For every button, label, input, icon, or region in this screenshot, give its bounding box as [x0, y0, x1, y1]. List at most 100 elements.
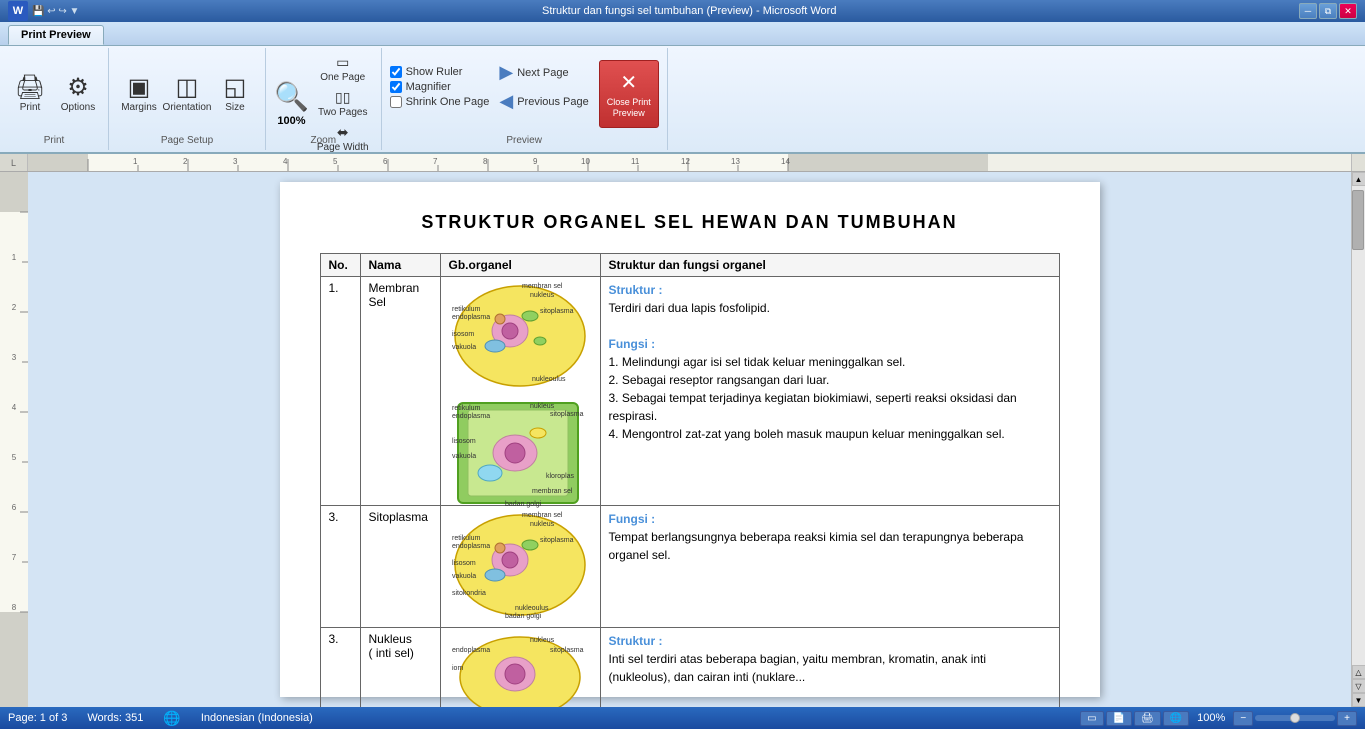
- scrollbar-vertical[interactable]: ▲ △ ▽ ▼: [1351, 172, 1365, 707]
- tab-print-preview[interactable]: Print Preview: [8, 25, 104, 45]
- status-words: Words: 351: [87, 712, 143, 724]
- svg-text:endoplasma: endoplasma: [452, 314, 490, 321]
- svg-text:nukleoulus: nukleoulus: [515, 605, 549, 612]
- svg-text:membran sel: membran sel: [532, 488, 573, 495]
- zoom-handle[interactable]: [1290, 713, 1300, 723]
- title-bar-controls[interactable]: ─ ⧉ ✕: [1299, 3, 1357, 19]
- svg-text:badan golgi: badan golgi: [505, 501, 542, 508]
- cell-diagram-1a: membran sel nukleus sitoplasma retikulum…: [450, 281, 590, 391]
- options-label: Options: [61, 102, 95, 113]
- svg-text:lisosom: lisosom: [452, 560, 476, 567]
- svg-text:vakuola: vakuola: [452, 573, 476, 580]
- table-row: 3. Sitoplasma membran sel: [320, 506, 1059, 628]
- ruler-h: 1 2 3 4 5 6 7 8 9 10 11 12 13 14: [28, 154, 1351, 171]
- zoom-buttons: ▭ One Page ▯▯ Two Pages ⬌ Page Width: [313, 52, 373, 169]
- svg-text:9: 9: [533, 157, 538, 166]
- ruler-corner: L: [0, 154, 28, 171]
- scroll-thumb[interactable]: [1352, 190, 1364, 250]
- view-web[interactable]: 🌐: [1163, 711, 1189, 726]
- close-button[interactable]: ✕: [1339, 3, 1357, 19]
- ribbon-group-print: 🖨 Print ⚙ Options Print: [0, 48, 109, 150]
- status-language-icon: 🌐: [163, 710, 180, 727]
- ruler-svg: 1 2 3 4 5 6 7 8 9 10 11 12 13 14: [28, 154, 1351, 171]
- ruler-v: 1 2 3 4 5 6 7 8: [0, 172, 28, 707]
- print-button[interactable]: 🖨 Print: [8, 60, 52, 128]
- minimize-button[interactable]: ─: [1299, 3, 1317, 19]
- header-struktur: Struktur dan fungsi organel: [600, 254, 1059, 277]
- view-normal[interactable]: ▭: [1080, 711, 1103, 726]
- magnifier-checkbox[interactable]: Magnifier: [390, 81, 490, 93]
- svg-text:nukleoulus: nukleoulus: [532, 376, 566, 383]
- ruler-area: L 1 2 3 4: [0, 154, 1365, 172]
- scroll-page-down[interactable]: ▽: [1352, 679, 1365, 693]
- scroll-track[interactable]: [1352, 186, 1365, 665]
- svg-text:iom: iom: [452, 665, 463, 672]
- options-icon: ⚙: [67, 76, 89, 100]
- row1-nama: Membran Sel: [360, 277, 440, 506]
- row2-fungsi-label: Fungsi :: [609, 512, 656, 526]
- svg-text:11: 11: [631, 157, 640, 166]
- orientation-button[interactable]: ◫ Orientation: [165, 60, 209, 128]
- svg-text:nukleus: nukleus: [530, 292, 555, 299]
- two-pages-button[interactable]: ▯▯ Two Pages: [313, 87, 373, 120]
- title-bar-left: W 💾 ↩ ↪ ▼: [8, 1, 79, 21]
- svg-text:vakuola: vakuola: [452, 453, 476, 460]
- scroll-up-arrow[interactable]: ▲: [1352, 172, 1365, 186]
- svg-text:sitoplasma: sitoplasma: [540, 537, 574, 544]
- one-page-button[interactable]: ▭ One Page: [313, 52, 373, 85]
- svg-text:nukleus: nukleus: [530, 637, 555, 644]
- margins-button[interactable]: ▣ Margins: [117, 60, 161, 128]
- show-ruler-checkbox[interactable]: Show Ruler: [390, 66, 490, 78]
- view-buttons[interactable]: ▭ 📄 🖨 🌐: [1080, 711, 1189, 726]
- row3-struktur-label: Struktur :: [609, 634, 663, 648]
- zoom-slider[interactable]: − +: [1233, 711, 1357, 726]
- ruler-right-margin: [1351, 154, 1365, 171]
- options-button[interactable]: ⚙ Options: [56, 60, 100, 128]
- next-page-button[interactable]: ▶ Next Page: [493, 60, 594, 85]
- prev-page-arrow: ◀: [499, 91, 513, 112]
- cell-diagram-2: membran sel nukleus sitoplasma retikulum…: [450, 510, 590, 620]
- previous-page-button[interactable]: ◀ Previous Page: [493, 89, 594, 114]
- svg-text:1: 1: [12, 253, 17, 262]
- row3-nama: Nukleus( inti sel): [360, 628, 440, 708]
- magnifier-input[interactable]: [390, 81, 402, 93]
- ribbon-tabs: Print Preview: [0, 22, 1365, 46]
- restore-button[interactable]: ⧉: [1319, 3, 1337, 19]
- view-print[interactable]: 🖨: [1134, 711, 1161, 726]
- scroll-bottom-arrows[interactable]: △ ▽ ▼: [1352, 665, 1365, 707]
- row1-gb: membran sel nukleus sitoplasma retikulum…: [440, 277, 600, 506]
- show-ruler-input[interactable]: [390, 66, 402, 78]
- size-icon: ◱: [224, 76, 247, 100]
- svg-text:8: 8: [483, 157, 488, 166]
- close-print-preview-button[interactable]: ✕ Close PrintPreview: [599, 60, 659, 128]
- size-label: Size: [225, 102, 244, 113]
- zoom-out-btn[interactable]: −: [1233, 711, 1253, 726]
- zoom-in-btn[interactable]: +: [1337, 711, 1357, 726]
- svg-text:10: 10: [581, 157, 590, 166]
- svg-text:12: 12: [681, 157, 690, 166]
- scroll-page-up[interactable]: △: [1352, 665, 1365, 679]
- content-area[interactable]: STRUKTUR ORGANEL SEL HEWAN DAN TUMBUHAN …: [28, 172, 1351, 707]
- print-group-label: Print: [0, 135, 108, 146]
- size-button[interactable]: ◱ Size: [213, 60, 257, 128]
- document-table: No. Nama Gb.organel Struktur dan fungsi …: [320, 253, 1060, 707]
- zoom-bar[interactable]: [1255, 715, 1335, 721]
- svg-text:sitoplasma: sitoplasma: [550, 647, 584, 654]
- nav-buttons: ▶ Next Page ◀ Previous Page: [493, 60, 594, 128]
- svg-text:14: 14: [781, 157, 790, 166]
- view-reading[interactable]: 📄: [1106, 711, 1132, 726]
- svg-text:vakuola: vakuola: [452, 344, 476, 351]
- svg-text:3: 3: [233, 157, 238, 166]
- shrink-one-page-input[interactable]: [390, 96, 402, 108]
- svg-text:6: 6: [12, 503, 17, 512]
- two-pages-label: Two Pages: [318, 107, 367, 118]
- shrink-one-page-checkbox[interactable]: Shrink One Page: [390, 96, 490, 108]
- shrink-one-page-label: Shrink One Page: [406, 96, 490, 108]
- table-row: 1. Membran Sel: [320, 277, 1059, 506]
- row2-nama: Sitoplasma: [360, 506, 440, 628]
- status-page: Page: 1 of 3: [8, 712, 67, 724]
- svg-text:retikulum: retikulum: [452, 535, 481, 542]
- scroll-down-arrow[interactable]: ▼: [1352, 693, 1365, 707]
- ribbon-group-zoom: 🔍 100% ▭ One Page ▯▯ Two Pages ⬌ Page Wi…: [266, 48, 382, 150]
- zoom-icon[interactable]: 🔍: [274, 80, 309, 113]
